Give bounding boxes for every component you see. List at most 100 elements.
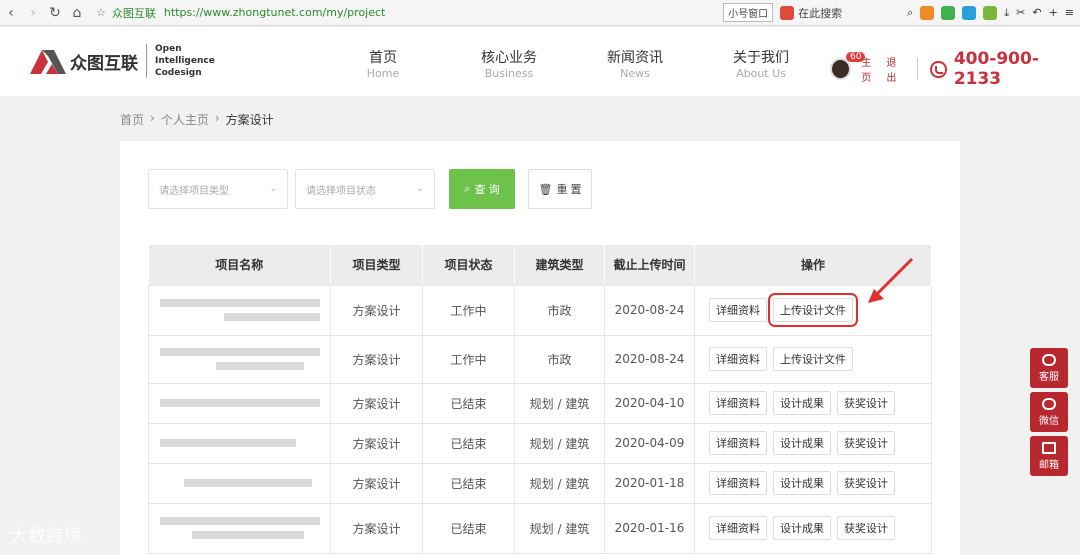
menu-icon[interactable]: ≡ bbox=[1065, 6, 1074, 19]
award-design-button[interactable]: 获奖设计 bbox=[837, 431, 895, 455]
undo-icon[interactable]: ↶ bbox=[1032, 6, 1041, 19]
cell-actions: 详细资料 设计成果 获奖设计 bbox=[694, 502, 932, 554]
cell-status: 工作中 bbox=[422, 284, 515, 336]
design-results-button[interactable]: 设计成果 bbox=[773, 431, 831, 455]
translate-icon[interactable] bbox=[962, 5, 977, 20]
details-button[interactable]: 详细资料 bbox=[709, 516, 767, 540]
browser-toolbar: ‹ › ↻ ⌂ ☆ 众图互联 https://www.zhongtunet.co… bbox=[0, 0, 1080, 26]
mail-button[interactable]: 邮箱 bbox=[1030, 436, 1068, 476]
logo-mark-icon bbox=[30, 50, 66, 74]
award-design-button[interactable]: 获奖设计 bbox=[837, 391, 895, 415]
url-text[interactable]: https://www.zhongtunet.com/my/project bbox=[164, 6, 385, 19]
cell-deadline: 2020-01-18 bbox=[604, 462, 695, 504]
nav-business-label: 核心业务 bbox=[481, 50, 537, 66]
design-results-button[interactable]: 设计成果 bbox=[773, 471, 831, 495]
reload-icon[interactable]: ↻ bbox=[44, 5, 66, 21]
filter-bar: 请选择项目类型 ⌄ 请选择项目状态 ⌄ ⌕ 查 询 🗑 重 置 bbox=[148, 169, 592, 209]
table-row: 方案设计 已结束 规划 / 建筑 2020-01-16 详细资料 设计成果 获奖… bbox=[148, 502, 932, 554]
back-icon[interactable]: ‹ bbox=[0, 5, 22, 21]
annotation-arrow-icon bbox=[868, 257, 914, 303]
project-type-select[interactable]: 请选择项目类型 ⌄ bbox=[148, 169, 288, 209]
plugin-icon[interactable] bbox=[983, 5, 998, 20]
nav-business-sublabel: Business bbox=[484, 67, 534, 80]
nav-about-label: 关于我们 bbox=[733, 50, 789, 66]
logout-link[interactable]: 退出 bbox=[886, 54, 905, 84]
game-icon[interactable] bbox=[920, 5, 935, 20]
headset-icon bbox=[1042, 353, 1056, 366]
logo[interactable]: 众图互联 Open Intelligence Codesign bbox=[28, 43, 215, 79]
reset-button[interactable]: 🗑 重 置 bbox=[528, 169, 592, 209]
col-deadline: 截止上传时间 bbox=[604, 245, 695, 285]
bookmark-star-icon[interactable]: ☆ bbox=[96, 6, 106, 19]
details-button[interactable]: 详细资料 bbox=[709, 471, 767, 495]
phone-contact: 400-900-2133 bbox=[930, 49, 1080, 89]
details-button[interactable]: 详细资料 bbox=[709, 431, 767, 455]
search-icon[interactable]: ⌕ bbox=[907, 6, 913, 20]
project-type-placeholder: 请选择项目类型 bbox=[159, 185, 229, 197]
nav-home-label: 首页 bbox=[369, 50, 397, 66]
home-icon[interactable]: ⌂ bbox=[66, 5, 88, 21]
watermark: 大数跨境 bbox=[10, 526, 82, 547]
small-window-button[interactable]: 小号窗口 bbox=[723, 3, 774, 22]
col-building: 建筑类型 bbox=[514, 245, 605, 285]
cell-type: 方案设计 bbox=[330, 284, 423, 336]
customer-service-button[interactable]: 客服 bbox=[1030, 348, 1068, 388]
project-name-blurred bbox=[148, 502, 331, 554]
nav-news[interactable]: 新闻资讯 News bbox=[572, 47, 698, 80]
details-button[interactable]: 详细资料 bbox=[709, 347, 767, 371]
project-name-blurred bbox=[148, 284, 331, 336]
cell-building: 规划 / 建筑 bbox=[514, 422, 605, 464]
logo-slogan-line-2: Intelligence bbox=[155, 56, 215, 66]
cell-deadline: 2020-04-09 bbox=[604, 422, 695, 464]
download-icon[interactable]: ⤓ bbox=[1004, 6, 1009, 20]
cell-actions: 详细资料 设计成果 获奖设计 bbox=[694, 462, 932, 504]
design-results-button[interactable]: 设计成果 bbox=[773, 516, 831, 540]
cell-type: 方案设计 bbox=[330, 422, 423, 464]
browser-search-placeholder: 在此搜索 bbox=[798, 6, 843, 20]
cell-building: 市政 bbox=[514, 284, 605, 336]
add-tab-icon[interactable]: + bbox=[1049, 6, 1058, 19]
upload-design-button[interactable]: 上传设计文件 bbox=[773, 347, 853, 371]
design-results-button[interactable]: 设计成果 bbox=[773, 391, 831, 415]
cell-building: 规划 / 建筑 bbox=[514, 382, 605, 424]
logo-slogan-line-1: Open bbox=[155, 44, 182, 54]
mail-icon bbox=[1042, 441, 1056, 454]
nav-home[interactable]: 首页 Home bbox=[320, 47, 446, 80]
breadcrumb-personal[interactable]: 个人主页 bbox=[161, 111, 209, 128]
browser-right-tools: 小号窗口 在此搜索 ⌕ ⤓ ✂ ↶ + ≡ bbox=[723, 3, 1074, 22]
details-button[interactable]: 详细资料 bbox=[709, 391, 767, 415]
cell-building: 规划 / 建筑 bbox=[514, 502, 605, 554]
cell-status: 已结束 bbox=[422, 422, 515, 464]
breadcrumb-home[interactable]: 首页 bbox=[120, 111, 144, 128]
forward-icon[interactable]: › bbox=[22, 5, 44, 21]
cell-type: 方案设计 bbox=[330, 462, 423, 504]
details-button[interactable]: 详细资料 bbox=[709, 298, 767, 322]
nav-business[interactable]: 核心业务 Business bbox=[446, 47, 572, 80]
site-name: 众图互联 bbox=[111, 6, 156, 20]
address-bar[interactable]: ☆ 众图互联 https://www.zhongtunet.com/my/pro… bbox=[96, 3, 385, 23]
avatar[interactable]: 60 bbox=[830, 52, 866, 80]
nav-about-sublabel: About Us bbox=[736, 67, 786, 80]
browser-search[interactable]: 在此搜索 bbox=[780, 5, 900, 21]
upload-design-button[interactable]: 上传设计文件 bbox=[768, 293, 858, 327]
breadcrumb-current: 方案设计 bbox=[225, 113, 274, 127]
wechat-icon bbox=[1042, 397, 1056, 410]
trash-icon: 🗑 bbox=[538, 183, 553, 196]
search-button[interactable]: ⌕ 查 询 bbox=[449, 169, 515, 209]
customer-service-label: 客服 bbox=[1039, 371, 1059, 383]
search-icon: ⌕ bbox=[464, 182, 471, 195]
breadcrumb-separator-icon: › bbox=[214, 111, 220, 125]
nav-about[interactable]: 关于我们 About Us bbox=[698, 47, 824, 80]
cell-type: 方案设计 bbox=[330, 502, 423, 554]
award-design-button[interactable]: 获奖设计 bbox=[837, 516, 895, 540]
award-design-button[interactable]: 获奖设计 bbox=[837, 471, 895, 495]
table-row: 方案设计 已结束 规划 / 建筑 2020-04-09 详细资料 设计成果 获奖… bbox=[148, 422, 932, 464]
wechat-button[interactable]: 微信 bbox=[1030, 392, 1068, 432]
nav-news-sublabel: News bbox=[620, 67, 650, 80]
extension-icon[interactable] bbox=[941, 5, 956, 20]
cell-deadline: 2020-08-24 bbox=[604, 284, 695, 336]
chevron-down-icon: ⌄ bbox=[416, 184, 424, 194]
cut-icon[interactable]: ✂ bbox=[1016, 6, 1025, 19]
project-status-select[interactable]: 请选择项目状态 ⌄ bbox=[295, 169, 435, 209]
nav-news-label: 新闻资讯 bbox=[607, 50, 663, 66]
